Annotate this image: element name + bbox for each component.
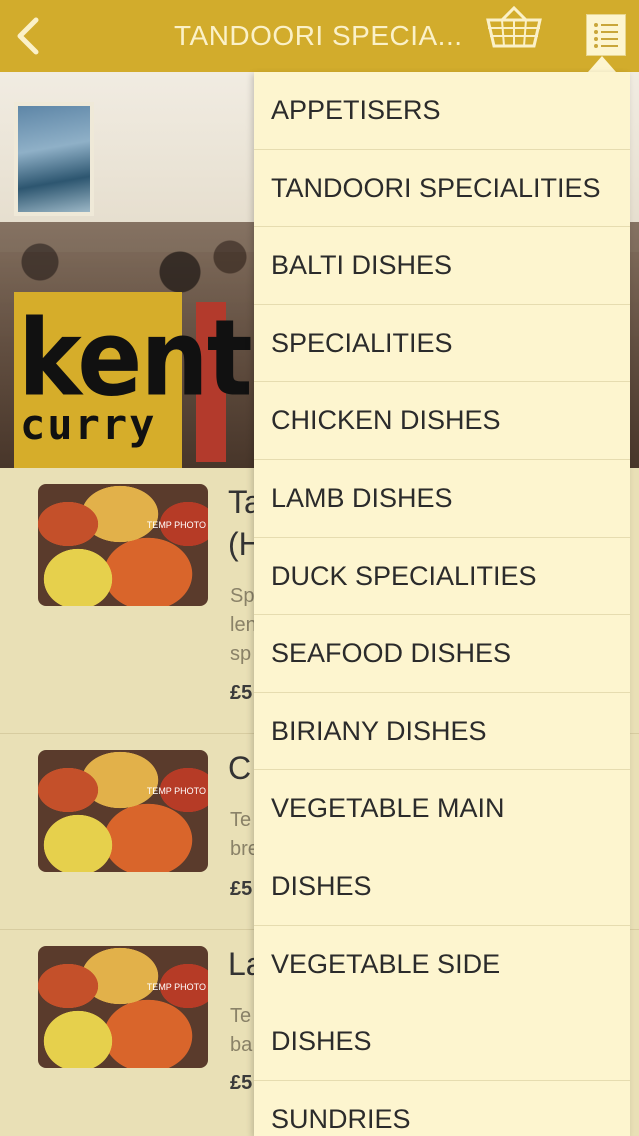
temp-photo-badge: TEMP PHOTO: [146, 982, 206, 992]
basket-button[interactable]: [484, 4, 544, 50]
top-bar: TANDOORI SPECIA...: [0, 0, 639, 72]
basket-icon: [486, 5, 542, 48]
menu-item-lamb-dishes[interactable]: LAMB DISHES: [254, 460, 630, 538]
menu-item-specialities[interactable]: SPECIALITIES: [254, 305, 630, 383]
wall-painting: [14, 102, 94, 216]
product-price: £5: [230, 682, 253, 704]
product-description: Te: [230, 809, 252, 831]
menu-item-tandoori-specialities[interactable]: TANDOORI SPECIALITIES: [254, 150, 630, 228]
menu-item-appetisers[interactable]: APPETISERS: [254, 72, 630, 150]
product-description: ba: [230, 1034, 253, 1056]
product-title: C: [228, 750, 252, 786]
product-image: TEMP PHOTO: [38, 946, 208, 1068]
product-image: TEMP PHOTO: [38, 484, 208, 606]
back-button[interactable]: [10, 14, 50, 58]
temp-photo-badge: TEMP PHOTO: [146, 786, 206, 796]
menu-item-vegetable-main[interactable]: VEGETABLE MAIN: [254, 770, 630, 848]
product-description: Te: [230, 1005, 252, 1027]
logo-line2: curry: [20, 400, 157, 449]
category-menu: APPETISERS TANDOORI SPECIALITIES BALTI D…: [254, 72, 630, 1136]
logo-line1: kent: [18, 296, 253, 420]
chevron-left-icon: [17, 17, 39, 55]
temp-photo-badge: TEMP PHOTO: [146, 520, 206, 530]
menu-item-balti-dishes[interactable]: BALTI DISHES: [254, 227, 630, 305]
menu-item-chicken-dishes[interactable]: CHICKEN DISHES: [254, 382, 630, 460]
menu-item-biriany-dishes[interactable]: BIRIANY DISHES: [254, 693, 630, 771]
menu-item-sundries[interactable]: SUNDRIES: [254, 1081, 630, 1136]
menu-item-vegetable-side[interactable]: VEGETABLE SIDE: [254, 926, 630, 1004]
product-price: £5: [230, 878, 253, 900]
menu-item-vegetable-side-cont[interactable]: DISHES: [254, 1003, 630, 1081]
menu-item-duck-specialities[interactable]: DUCK SPECIALITIES: [254, 538, 630, 616]
page-title: TANDOORI SPECIA...: [174, 20, 463, 51]
menu-item-seafood-dishes[interactable]: SEAFOOD DISHES: [254, 615, 630, 693]
menu-button[interactable]: [586, 14, 626, 56]
restaurant-logo: kent curry: [14, 292, 253, 468]
list-menu-icon: [594, 23, 618, 48]
product-price: £5: [230, 1072, 253, 1094]
product-image: TEMP PHOTO: [38, 750, 208, 872]
product-description: len: [230, 614, 257, 636]
product-description: Sp: [230, 585, 255, 607]
menu-item-vegetable-main-cont[interactable]: DISHES: [254, 848, 630, 926]
dropdown-pointer: [588, 56, 616, 72]
product-description: sp: [230, 643, 252, 665]
